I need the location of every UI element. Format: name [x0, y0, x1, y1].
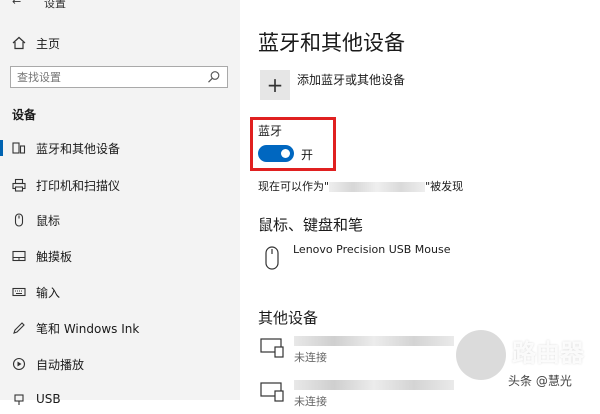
- redacted-device-name: [294, 336, 454, 346]
- pen-icon: [13, 322, 25, 334]
- sidebar-item-label: 触摸板: [36, 250, 73, 264]
- sidebar-item-label: 自动播放: [36, 358, 85, 372]
- pc-icon: [260, 382, 284, 402]
- mouse-device-name[interactable]: Lenovo Precision USB Mouse: [293, 243, 451, 256]
- sidebar: ← 设置 主页 设备 蓝牙和其他设备 打印机和扫描仪: [0, 0, 240, 406]
- discoverable-prefix: 现在可以作为": [258, 180, 330, 193]
- add-device-button[interactable]: +: [260, 70, 290, 100]
- watermark-caption: 头条 @慧光: [508, 374, 572, 388]
- sidebar-item-usb[interactable]: USB: [0, 386, 240, 414]
- sidebar-item-label: USB: [36, 392, 61, 406]
- mouse-device-icon: [265, 246, 279, 270]
- sidebar-item-label: 笔和 Windows Ink: [36, 322, 140, 336]
- keyboard-icon: [12, 287, 26, 297]
- add-device-label[interactable]: 添加蓝牙或其他设备: [297, 71, 405, 88]
- redacted-device-name: [294, 380, 454, 390]
- sidebar-item-printers[interactable]: 打印机和扫描仪: [0, 171, 240, 199]
- sidebar-item-touchpad[interactable]: 触摸板: [0, 242, 240, 270]
- nav-home-label: 主页: [36, 37, 61, 51]
- device-status: 未连接: [294, 395, 327, 408]
- sidebar-item-typing[interactable]: 输入: [0, 278, 240, 306]
- watermark-text: 路由器: [512, 339, 584, 367]
- sidebar-section-heading: 设备: [12, 108, 37, 122]
- app-title: 设置: [44, 0, 66, 10]
- bluetooth-icon: [12, 142, 26, 154]
- usb-icon: [14, 394, 24, 405]
- sidebar-item-bluetooth[interactable]: 蓝牙和其他设备: [0, 134, 240, 162]
- bluetooth-toggle[interactable]: [258, 145, 294, 162]
- home-icon: [12, 36, 26, 50]
- printer-icon: [12, 178, 26, 192]
- sidebar-item-pen[interactable]: 笔和 Windows Ink: [0, 314, 240, 342]
- discoverable-text: 现在可以作为" "被发现: [258, 178, 463, 194]
- bluetooth-state-text: 开: [301, 148, 314, 162]
- title-bar: ← 设置: [0, 0, 240, 12]
- sidebar-item-label: 蓝牙和其他设备: [36, 142, 121, 156]
- redacted-device-name: [329, 182, 426, 192]
- pc-icon: [260, 338, 284, 358]
- other-devices-heading: 其他设备: [258, 309, 319, 327]
- sidebar-item-autoplay[interactable]: 自动播放: [0, 350, 240, 378]
- mouse-icon: [14, 213, 24, 227]
- page-title: 蓝牙和其他设备: [258, 31, 405, 55]
- sidebar-item-label: 输入: [36, 286, 61, 300]
- toggle-knob: [281, 149, 290, 158]
- bluetooth-label: 蓝牙: [258, 124, 283, 138]
- watermark-logo-icon: [456, 330, 506, 380]
- mouse-section-heading: 鼠标、键盘和笔: [258, 216, 364, 234]
- sidebar-item-label: 打印机和扫描仪: [36, 179, 121, 193]
- back-button[interactable]: ←: [12, 0, 21, 8]
- touchpad-icon: [12, 250, 26, 262]
- sidebar-item-mouse[interactable]: 鼠标: [0, 206, 240, 234]
- sidebar-item-label: 鼠标: [36, 214, 61, 228]
- plus-icon: +: [266, 73, 284, 97]
- search-input[interactable]: [17, 69, 197, 85]
- device-status: 未连接: [294, 351, 327, 364]
- autoplay-icon: [12, 357, 26, 371]
- search-box[interactable]: [10, 66, 228, 88]
- search-icon[interactable]: [207, 70, 221, 84]
- discoverable-suffix: "被发现: [425, 180, 464, 193]
- nav-home[interactable]: 主页: [0, 30, 240, 56]
